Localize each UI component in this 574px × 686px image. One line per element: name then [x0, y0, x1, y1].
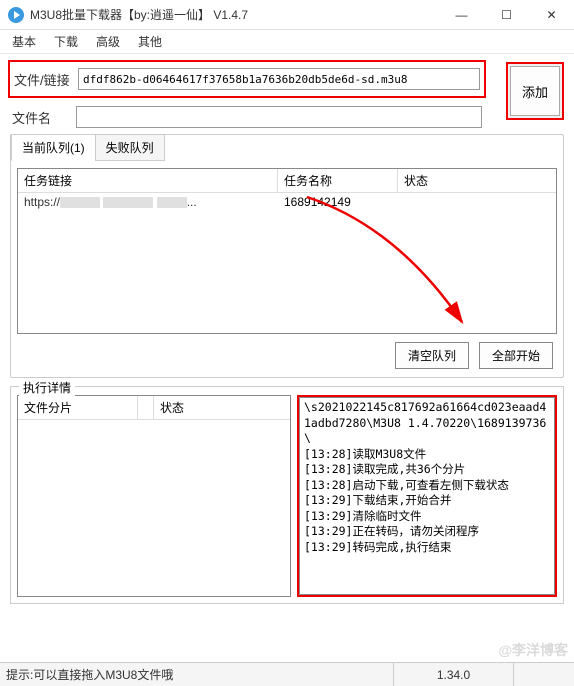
maximize-button[interactable]: ☐	[484, 0, 529, 30]
exec-legend: 执行详情	[19, 379, 75, 396]
exec-section: 执行详情 文件分片 状态 \s2021022145c817692a61664cd…	[10, 386, 564, 604]
menu-advanced[interactable]: 高级	[96, 33, 120, 50]
cell-link: https:// ...	[18, 193, 278, 211]
tab-failed-queue[interactable]: 失败队列	[95, 134, 165, 161]
menu-basic[interactable]: 基本	[12, 33, 36, 50]
window-controls: — ☐ ✕	[439, 0, 574, 30]
status-version: 1.34.0	[394, 663, 514, 686]
col-status[interactable]: 状态	[398, 169, 556, 192]
slice-header: 文件分片 状态	[18, 396, 290, 420]
exec-body: 文件分片 状态 \s2021022145c817692a61664cd023ea…	[17, 395, 557, 597]
queue-buttons: 清空队列 全部开始	[17, 334, 557, 369]
cell-name: 1689142149	[278, 193, 398, 211]
queue-tabs: 当前队列(1) 失败队列	[11, 134, 563, 161]
file-link-input[interactable]	[78, 68, 480, 90]
minimize-button[interactable]: —	[439, 0, 484, 30]
col-spacer	[138, 396, 154, 419]
filename-row: 文件名	[8, 98, 566, 134]
filename-label: 文件名	[12, 108, 76, 127]
start-all-button[interactable]: 全部开始	[479, 342, 553, 369]
clear-queue-button[interactable]: 清空队列	[395, 342, 469, 369]
input-section: 文件/链接 添加 文件名	[0, 54, 574, 134]
col-slice-status[interactable]: 状态	[154, 396, 290, 419]
log-highlight: \s2021022145c817692a61664cd023eaad41adbd…	[297, 395, 557, 597]
queue-body: 任务链接 任务名称 状态 https:// ... 1689142149 清空队…	[11, 162, 563, 374]
filename-input[interactable]	[76, 106, 482, 128]
log-output[interactable]: \s2021022145c817692a61664cd023eaad41adbd…	[299, 397, 555, 595]
window-title: M3U8批量下载器【by:逍遥一仙】 V1.4.7	[30, 6, 248, 23]
menubar: 基本 下载 高级 其他	[0, 30, 574, 54]
close-button[interactable]: ✕	[529, 0, 574, 30]
queue-table: 任务链接 任务名称 状态 https:// ... 1689142149	[17, 168, 557, 334]
col-task-name[interactable]: 任务名称	[278, 169, 398, 192]
queue-row[interactable]: https:// ... 1689142149	[18, 193, 556, 211]
statusbar: 提示:可以直接拖入M3U8文件哦 1.34.0	[0, 662, 574, 686]
status-tip: 提示:可以直接拖入M3U8文件哦	[0, 663, 394, 686]
tab-current-queue[interactable]: 当前队列(1)	[11, 134, 96, 161]
app-icon	[8, 7, 24, 23]
titlebar: M3U8批量下载器【by:逍遥一仙】 V1.4.7 — ☐ ✕	[0, 0, 574, 30]
watermark: @李洋博客	[498, 640, 568, 660]
add-button-highlight: 添加	[506, 62, 564, 120]
menu-other[interactable]: 其他	[138, 33, 162, 50]
status-empty	[514, 663, 574, 686]
col-task-link[interactable]: 任务链接	[18, 169, 278, 192]
menu-download[interactable]: 下载	[54, 33, 78, 50]
slice-table: 文件分片 状态	[17, 395, 291, 597]
add-button[interactable]: 添加	[510, 66, 560, 116]
cell-status	[398, 193, 556, 211]
queue-header: 任务链接 任务名称 状态	[18, 169, 556, 193]
col-file-slice[interactable]: 文件分片	[18, 396, 138, 419]
queue-section: 当前队列(1) 失败队列 任务链接 任务名称 状态 https:// ... 1…	[10, 134, 564, 378]
file-link-label: 文件/链接	[14, 70, 78, 89]
file-link-row: 文件/链接	[8, 60, 486, 98]
